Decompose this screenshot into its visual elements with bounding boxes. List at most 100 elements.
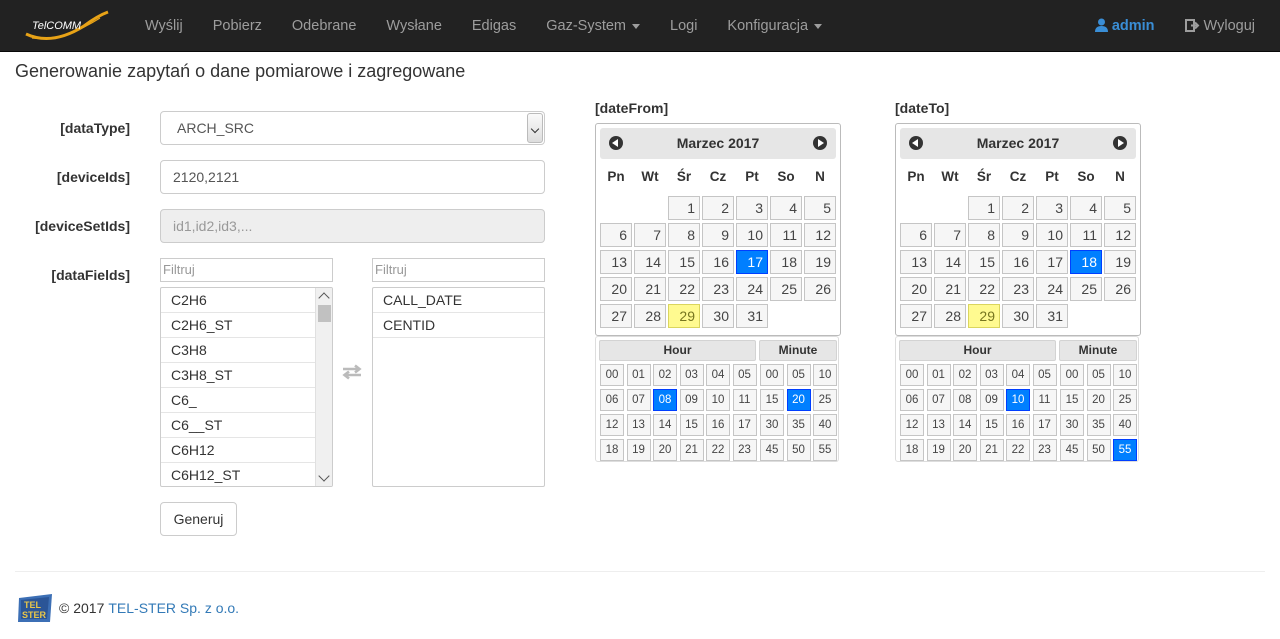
calendar-day[interactable]: 30 bbox=[1002, 304, 1034, 328]
hour-option[interactable]: 15 bbox=[679, 414, 704, 436]
hour-option[interactable]: 17 bbox=[1032, 414, 1057, 436]
nav-gaz-system-dropdown[interactable]: Gaz-System bbox=[531, 0, 655, 52]
available-filter-input[interactable]: Filtruj bbox=[160, 258, 333, 282]
calendar-day[interactable]: 9 bbox=[702, 223, 734, 247]
hour-option[interactable]: 22 bbox=[1006, 439, 1030, 461]
hour-option[interactable]: 18 bbox=[600, 439, 624, 461]
calendar-day[interactable]: 23 bbox=[702, 277, 734, 301]
calendar-day[interactable]: 3 bbox=[736, 196, 768, 220]
scroll-up-icon[interactable] bbox=[318, 292, 330, 304]
hour-option[interactable]: 08 bbox=[953, 389, 977, 411]
calendar-day[interactable]: 6 bbox=[900, 223, 932, 247]
user-menu[interactable]: admin bbox=[1080, 0, 1170, 52]
chevron-down-icon[interactable] bbox=[527, 113, 543, 143]
selected-fields-list[interactable]: CALL_DATE CENTID bbox=[372, 287, 545, 487]
minute-option[interactable]: 55 bbox=[1113, 439, 1137, 461]
list-item[interactable]: C6_ bbox=[161, 388, 332, 413]
calendar-day[interactable]: 14 bbox=[934, 250, 966, 274]
nav-edigas[interactable]: Edigas bbox=[457, 0, 531, 52]
scroll-down-icon[interactable] bbox=[318, 470, 330, 482]
list-item[interactable]: C3H8_ST bbox=[161, 363, 332, 388]
calendar-day[interactable]: 3 bbox=[1036, 196, 1068, 220]
calendar-day[interactable]: 17 bbox=[736, 250, 768, 274]
hour-option[interactable]: 01 bbox=[626, 364, 651, 386]
calendar-day[interactable]: 5 bbox=[1104, 196, 1136, 220]
footer-company-link[interactable]: TEL-STER Sp. z o.o. bbox=[108, 600, 239, 616]
hour-option[interactable]: 09 bbox=[979, 389, 1004, 411]
calendar-day[interactable]: 29 bbox=[968, 304, 1000, 328]
hour-option[interactable]: 07 bbox=[626, 389, 651, 411]
calendar-day[interactable]: 12 bbox=[1104, 223, 1136, 247]
minute-option[interactable]: 30 bbox=[1060, 414, 1084, 436]
hour-option[interactable]: 21 bbox=[979, 439, 1004, 461]
hour-option[interactable]: 21 bbox=[679, 439, 704, 461]
calendar-day[interactable]: 27 bbox=[600, 304, 632, 328]
minute-option[interactable]: 20 bbox=[786, 389, 811, 411]
calendar-day[interactable]: 16 bbox=[1002, 250, 1034, 274]
list-item[interactable]: C2H6_ST bbox=[161, 313, 332, 338]
calendar-day[interactable]: 10 bbox=[1036, 223, 1068, 247]
calendar-day[interactable]: 25 bbox=[770, 277, 802, 301]
minute-option[interactable]: 05 bbox=[786, 364, 811, 386]
minute-option[interactable]: 45 bbox=[760, 439, 784, 461]
hour-option[interactable]: 19 bbox=[926, 439, 951, 461]
list-item[interactable]: C6__ST bbox=[161, 413, 332, 438]
calendar-day[interactable]: 24 bbox=[1036, 277, 1068, 301]
scroll-thumb[interactable] bbox=[318, 305, 331, 322]
minute-option[interactable]: 00 bbox=[1060, 364, 1084, 386]
minute-option[interactable]: 05 bbox=[1086, 364, 1111, 386]
nav-wyslij[interactable]: Wyślij bbox=[130, 0, 198, 52]
available-fields-list[interactable]: C2H6 C2H6_ST C3H8 C3H8_ST C6_ C6__ST C6H… bbox=[160, 287, 333, 487]
calendar-day[interactable]: 12 bbox=[804, 223, 836, 247]
hour-option[interactable]: 00 bbox=[900, 364, 924, 386]
minute-option[interactable]: 30 bbox=[760, 414, 784, 436]
nav-wyslane[interactable]: Wysłane bbox=[371, 0, 456, 52]
hour-option[interactable]: 02 bbox=[953, 364, 977, 386]
hour-option[interactable]: 06 bbox=[900, 389, 924, 411]
hour-option[interactable]: 10 bbox=[1006, 389, 1030, 411]
list-item[interactable]: C3H8 bbox=[161, 338, 332, 363]
minute-option[interactable]: 00 bbox=[760, 364, 784, 386]
hour-option[interactable]: 16 bbox=[1006, 414, 1030, 436]
logout-link[interactable]: Wyloguj bbox=[1170, 0, 1270, 52]
hour-option[interactable]: 12 bbox=[600, 414, 624, 436]
hour-option[interactable]: 19 bbox=[626, 439, 651, 461]
calendar-day[interactable]: 20 bbox=[900, 277, 932, 301]
calendar-day[interactable]: 14 bbox=[634, 250, 666, 274]
hour-option[interactable]: 20 bbox=[953, 439, 977, 461]
hour-option[interactable]: 04 bbox=[1006, 364, 1030, 386]
hour-option[interactable]: 09 bbox=[679, 389, 704, 411]
list-item[interactable]: CENTID bbox=[373, 313, 544, 338]
hour-option[interactable]: 01 bbox=[926, 364, 951, 386]
calendar-day[interactable]: 26 bbox=[804, 277, 836, 301]
calendar-day[interactable]: 5 bbox=[804, 196, 836, 220]
nav-odebrane[interactable]: Odebrane bbox=[277, 0, 372, 52]
nav-pobierz[interactable]: Pobierz bbox=[198, 0, 277, 52]
calendar-day[interactable]: 4 bbox=[770, 196, 802, 220]
list-item[interactable]: C6H12_ST bbox=[161, 463, 332, 486]
minute-option[interactable]: 45 bbox=[1060, 439, 1084, 461]
calendar-day[interactable]: 10 bbox=[736, 223, 768, 247]
calendar-day[interactable]: 29 bbox=[668, 304, 700, 328]
calendar-day[interactable]: 31 bbox=[736, 304, 768, 328]
hour-option[interactable]: 06 bbox=[600, 389, 624, 411]
calendar-day[interactable]: 13 bbox=[600, 250, 632, 274]
calendar-day[interactable]: 13 bbox=[900, 250, 932, 274]
minute-option[interactable]: 25 bbox=[1113, 389, 1137, 411]
calendar-day[interactable]: 18 bbox=[770, 250, 802, 274]
hour-option[interactable]: 14 bbox=[653, 414, 677, 436]
hour-option[interactable]: 03 bbox=[979, 364, 1004, 386]
swap-arrows-icon[interactable] bbox=[340, 364, 364, 380]
datatype-select[interactable]: ARCH_SRC bbox=[160, 111, 545, 145]
calendar-day[interactable]: 20 bbox=[600, 277, 632, 301]
calendar-day[interactable]: 21 bbox=[634, 277, 666, 301]
hour-option[interactable]: 11 bbox=[1032, 389, 1057, 411]
calendar-day[interactable]: 22 bbox=[668, 277, 700, 301]
hour-option[interactable]: 00 bbox=[600, 364, 624, 386]
minute-option[interactable]: 15 bbox=[760, 389, 784, 411]
calendar-day[interactable]: 18 bbox=[1070, 250, 1102, 274]
calendar-day[interactable]: 2 bbox=[1002, 196, 1034, 220]
calendar-day[interactable]: 7 bbox=[934, 223, 966, 247]
calendar-day[interactable]: 15 bbox=[968, 250, 1000, 274]
calendar-day[interactable]: 11 bbox=[1070, 223, 1102, 247]
